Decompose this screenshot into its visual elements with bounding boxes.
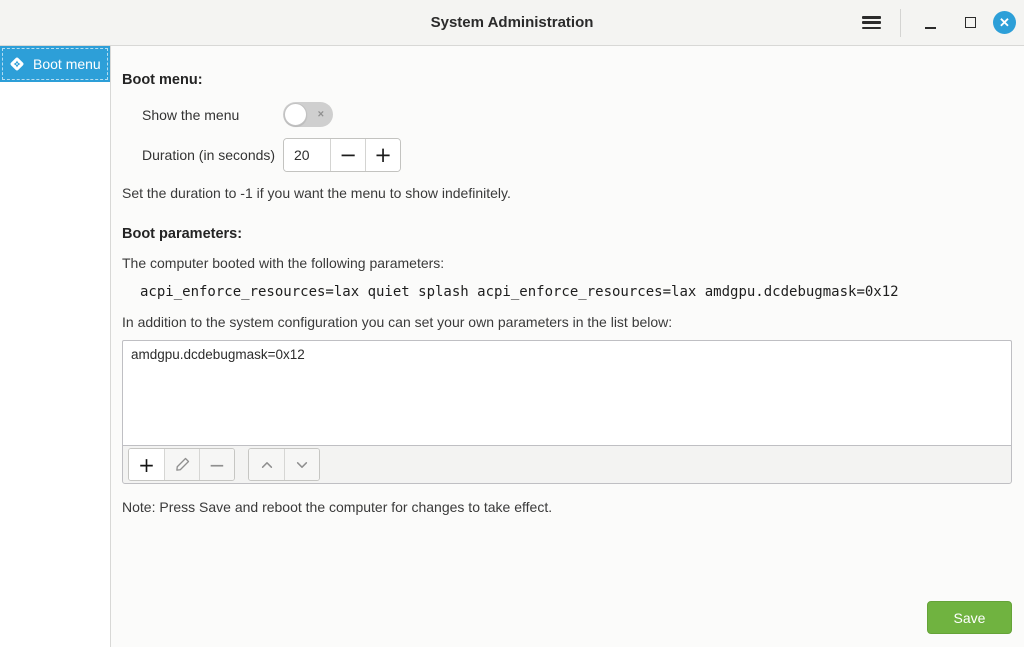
duration-input[interactable] [284,139,330,171]
remove-parameter-button[interactable]: − [199,449,234,480]
list-item[interactable]: amdgpu.dcdebugmask=0x12 [131,347,1003,362]
app-menu-button[interactable] [854,6,888,40]
save-button[interactable]: Save [927,601,1012,634]
toggle-knob [284,103,307,126]
list-toolbar: + − [122,445,1012,484]
save-row: Save [122,601,1012,634]
boot-parameters-heading: Boot parameters: [122,226,1012,242]
boot-diamond-icon [8,55,26,73]
maximize-button[interactable] [953,6,987,40]
duration-row: Duration (in seconds) − + [122,138,1012,172]
move-up-button[interactable] [249,449,284,480]
toggle-off-icon: × [318,109,324,120]
booted-with-label: The computer booted with the following p… [122,255,1012,271]
sidebar: Boot menu [0,46,111,647]
main-content: Boot menu: Show the menu × Duration (in … [111,46,1024,647]
edit-parameter-button[interactable] [164,449,199,480]
move-down-button[interactable] [284,449,319,480]
minimize-button[interactable] [913,6,947,40]
sidebar-item-label: Boot menu [33,56,101,72]
note-text: Note: Press Save and reboot the computer… [122,499,1012,515]
maximize-icon [965,17,976,28]
booted-parameters-value: acpi_enforce_resources=lax quiet splash … [140,284,1012,300]
close-icon: ✕ [999,16,1010,29]
add-parameter-button[interactable]: + [129,449,164,480]
edit-button-group: + − [128,448,235,481]
custom-parameters-list[interactable]: amdgpu.dcdebugmask=0x12 [122,340,1012,445]
show-menu-toggle[interactable]: × [283,102,333,127]
chevron-up-icon [260,458,274,472]
move-button-group [248,448,320,481]
duration-increment-button[interactable]: + [365,139,400,171]
custom-parameters-label: In addition to the system configuration … [122,314,1012,330]
pencil-icon [175,457,190,472]
titlebar-controls: ✕ [854,6,1024,40]
duration-label: Duration (in seconds) [142,147,283,163]
show-menu-label: Show the menu [142,107,283,123]
chevron-down-icon [295,458,309,472]
duration-hint: Set the duration to -1 if you want the m… [122,185,1012,201]
duration-spinbox: − + [283,138,401,172]
boot-menu-heading: Boot menu: [122,72,1012,88]
app-window: System Administration ✕ [0,0,1024,647]
titlebar-separator [900,9,901,37]
show-menu-row: Show the menu × [122,102,1012,127]
titlebar: System Administration ✕ [0,0,1024,46]
minimize-icon [925,27,936,29]
close-button[interactable]: ✕ [993,11,1016,34]
hamburger-icon [862,16,881,29]
duration-decrement-button[interactable]: − [330,139,365,171]
sidebar-item-boot-menu[interactable]: Boot menu [0,46,110,82]
